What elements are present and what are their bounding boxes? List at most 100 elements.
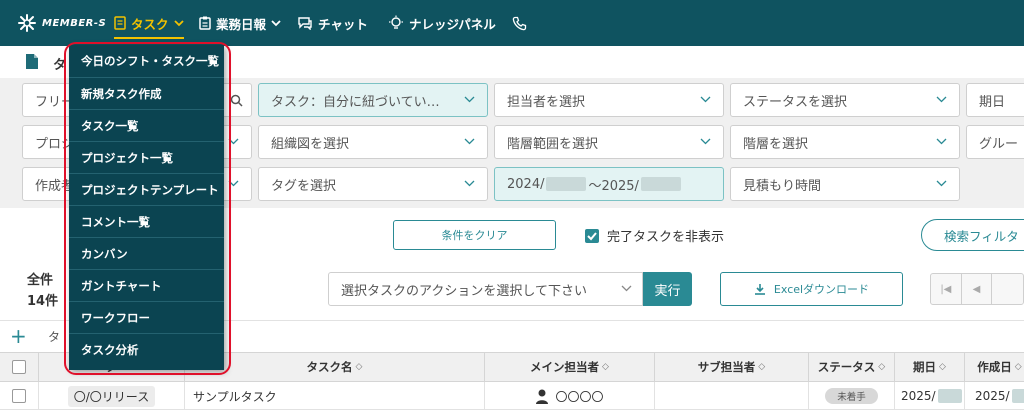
column-header-created-date[interactable]: 作成日 ◇ [964, 353, 1024, 381]
menu-item-todays-shift-tasks[interactable]: 今日のシフト・タスク一覧 [69, 45, 224, 78]
clipboard-icon [199, 16, 211, 30]
column-header-task-name-label: タスク名 [306, 360, 353, 374]
group-placeholder: グルー [979, 136, 1019, 152]
nav-chat-label: チャット [318, 16, 368, 32]
main-assignee-name: 〇〇〇〇 [555, 389, 604, 404]
top-navbar: MEMBER-S タスク 業務日報 チャット ナレッジパネル [0, 0, 1024, 46]
clear-conditions-button[interactable]: 条件をクリア [393, 220, 556, 250]
menu-item-task-list[interactable]: タスク一覧 [69, 110, 224, 142]
row-main-assignee-cell: 〇〇〇〇 [484, 382, 654, 410]
count-value: 14件 [27, 294, 59, 309]
column-header-due-date[interactable]: 期日 ◇ [894, 353, 964, 381]
select-all-checkbox[interactable] [12, 360, 26, 374]
table-row[interactable]: 〇/〇リリース サンプルタスク 〇〇〇〇 未着手 2025/ 2025/ [0, 382, 1024, 410]
org-chart-select[interactable]: 組織図を選択 [258, 125, 488, 159]
nav-phone[interactable] [512, 0, 527, 46]
row-status-cell: 未着手 [808, 382, 894, 410]
date-range-input[interactable]: 2024/ 〜2025/ [494, 167, 724, 201]
column-header-due-date-label: 期日 [913, 360, 937, 374]
column-header-status[interactable]: ステータス ◇ [808, 353, 894, 381]
hide-completed-checkbox[interactable]: 完了タスクを非表示 [585, 226, 724, 245]
nav-chat[interactable]: チャット [297, 0, 368, 46]
nav-knowledge-label: ナレッジパネル [409, 16, 496, 32]
task-tag[interactable]: 〇/〇リリース [67, 385, 156, 407]
checkbox-checked-icon[interactable] [585, 228, 599, 243]
nav-task[interactable]: タスク [114, 0, 184, 46]
hierarchy-select[interactable]: 階層を選択 [730, 125, 960, 159]
redacted-block [640, 177, 681, 191]
bulk-action-placeholder: 選択タスクのアクションを選択して下さい [341, 283, 587, 299]
sort-icon[interactable]: ◇ [939, 362, 946, 372]
chevron-down-icon [228, 180, 239, 187]
task-dropdown-menu: 今日のシフト・タスク一覧 新規タスク作成 タスク一覧 プロジェクト一覧 プロジェ… [69, 45, 224, 370]
status-placeholder: ステータスを選択 [743, 94, 848, 110]
add-icon[interactable]: + [10, 326, 27, 346]
menu-item-project-list[interactable]: プロジェクト一覧 [69, 142, 224, 174]
row-select-cell[interactable] [0, 382, 38, 410]
column-header-sub-assignee-label: サブ担当者 [697, 360, 756, 374]
sort-icon[interactable]: ◇ [758, 362, 765, 372]
logo-text: MEMBER-S [42, 17, 107, 29]
menu-item-comment-list[interactable]: コメント一覧 [69, 206, 224, 238]
page-title: タ [53, 58, 67, 73]
sort-icon[interactable]: ◇ [356, 362, 363, 372]
row-task-name-cell: サンプルタスク [184, 382, 484, 410]
nav-knowledge[interactable]: ナレッジパネル [388, 0, 496, 46]
search-filter-button[interactable]: 検索フィルタ [921, 219, 1024, 251]
task-count: 全件 14件 [27, 270, 58, 312]
run-button[interactable]: 実行 [643, 272, 692, 306]
select-all-cell[interactable] [0, 353, 38, 381]
menu-item-new-task[interactable]: 新規タスク作成 [69, 78, 224, 110]
column-header-sub-assignee[interactable]: サブ担当者 ◇ [654, 353, 808, 381]
date-range-end: 〜2025/ [588, 178, 639, 194]
column-header-created-date-label: 作成日 [977, 360, 1012, 374]
task-name-link[interactable]: サンプルタスク [193, 388, 277, 405]
sort-icon[interactable]: ◇ [602, 362, 609, 372]
group-select[interactable]: グルー [966, 125, 1024, 159]
estimated-time-placeholder: 見積もり時間 [743, 178, 822, 194]
lightbulb-icon [389, 15, 403, 29]
estimated-time-select[interactable]: 見積もり時間 [730, 167, 960, 201]
menu-item-kanban[interactable]: カンバン [69, 238, 224, 270]
bulk-action-select[interactable]: 選択タスクのアクションを選択して下さい [328, 272, 643, 306]
task-relation-select[interactable]: タスク：自分に紐づいてい… [258, 83, 488, 117]
menu-item-task-analysis[interactable]: タスク分析 [69, 334, 224, 366]
hierarchy-range-placeholder: 階層範囲を選択 [507, 136, 599, 152]
hierarchy-range-select[interactable]: 階層範囲を選択 [494, 125, 724, 159]
sort-icon[interactable]: ◇ [878, 362, 885, 372]
chevron-down-icon [271, 20, 281, 27]
column-header-main-assignee-label: メイン担当者 [530, 360, 600, 374]
excel-download-button[interactable]: Excelダウンロード [720, 272, 903, 306]
column-header-task-name[interactable]: タスク名 ◇ [184, 353, 484, 381]
row-checkbox[interactable] [12, 389, 26, 403]
table-toolbar-label: タ [48, 330, 61, 344]
date-range-start: 2024/ [507, 176, 545, 192]
prev-page-icon[interactable]: ◀ [962, 274, 993, 304]
nav-report-label: 業務日報 [216, 16, 267, 32]
user-avatar-icon [536, 389, 549, 404]
chevron-down-icon [936, 138, 947, 145]
page-number[interactable] [992, 274, 1023, 304]
status-select[interactable]: ステータスを選択 [730, 83, 960, 117]
redacted-block [1011, 389, 1024, 403]
sort-icon[interactable]: ◇ [1015, 362, 1022, 372]
menu-item-workflow[interactable]: ワークフロー [69, 302, 224, 334]
menu-item-project-template[interactable]: プロジェクトテンプレート [69, 174, 224, 206]
row-tag-cell: 〇/〇リリース [38, 382, 184, 410]
assignee-select[interactable]: 担当者を選択 [494, 83, 724, 117]
first-page-icon[interactable]: |◀ [931, 274, 962, 304]
status-badge[interactable]: 未着手 [825, 388, 878, 404]
due-date-select[interactable]: 期日 [966, 83, 1024, 117]
tag-select[interactable]: タグを選択 [258, 167, 488, 201]
created-date-value: 2025/ [975, 389, 1010, 403]
column-header-main-assignee[interactable]: メイン担当者 ◇ [484, 353, 654, 381]
document-icon [114, 16, 126, 30]
menu-item-gantt-chart[interactable]: ガントチャート [69, 270, 224, 302]
nav-report[interactable]: 業務日報 [199, 0, 281, 46]
page-document-icon [26, 54, 38, 69]
hierarchy-placeholder: 階層を選択 [743, 136, 809, 152]
chevron-down-icon [173, 20, 184, 27]
search-icon[interactable] [230, 94, 243, 107]
member-s-logo[interactable]: MEMBER-S [16, 11, 106, 35]
chevron-down-icon [936, 96, 947, 103]
